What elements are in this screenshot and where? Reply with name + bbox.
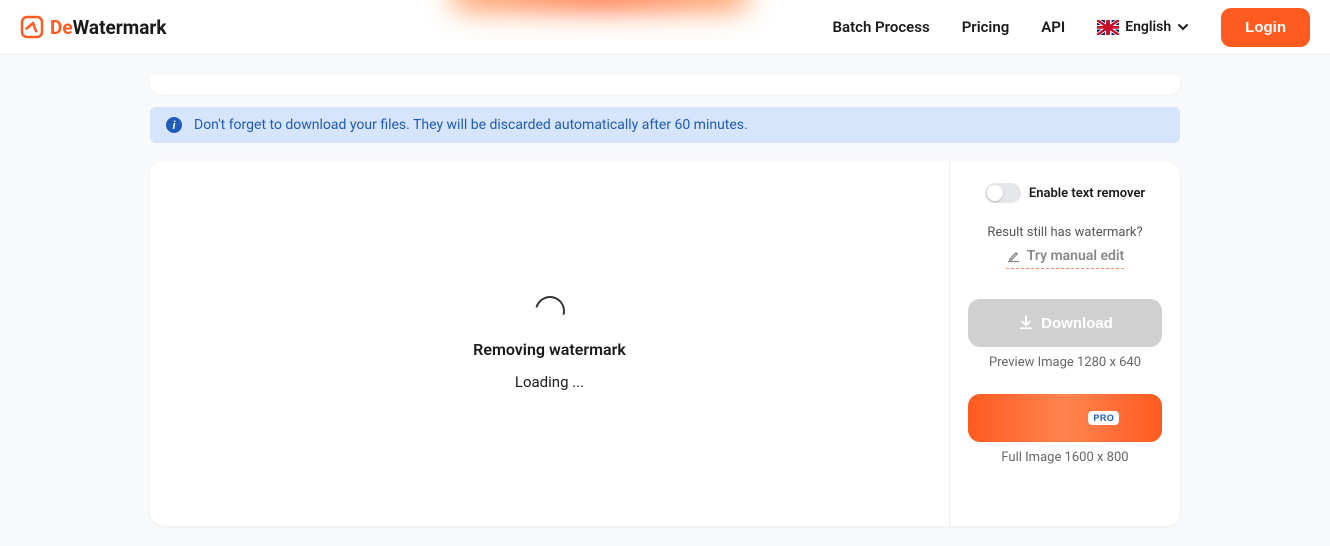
logo-suffix: Watermark: [73, 16, 167, 39]
nav-pricing[interactable]: Pricing: [962, 18, 1010, 36]
preview-caption: Preview Image 1280 x 640: [989, 355, 1141, 370]
text-remover-row: Enable text remover: [985, 183, 1145, 203]
logo[interactable]: DeWatermark: [20, 15, 166, 39]
download-preview-button[interactable]: Download: [968, 299, 1162, 347]
loading-text: Loading ...: [515, 373, 584, 391]
edit-icon: [1006, 249, 1021, 264]
full-caption: Full Image 1600 x 800: [1001, 450, 1128, 465]
download-pro-button[interactable]: Download PRO: [968, 394, 1162, 442]
watermark-question: Result still has watermark?: [987, 225, 1142, 240]
pro-badge: PRO: [1088, 411, 1119, 425]
status-text: Removing watermark: [473, 340, 626, 359]
previous-card-edge: [150, 75, 1180, 95]
chevron-down-icon: [1177, 21, 1189, 33]
header-glow: [450, 0, 750, 10]
info-icon: i: [166, 117, 182, 133]
text-remover-label: Enable text remover: [1029, 186, 1145, 201]
spinner-icon: [529, 291, 570, 332]
flag-icon: [1097, 20, 1119, 35]
login-button[interactable]: Login: [1221, 8, 1310, 47]
notice-bar: i Don't forget to download your files. T…: [150, 107, 1180, 143]
content: i Don't forget to download your files. T…: [0, 55, 1330, 526]
logo-prefix: De: [50, 16, 73, 39]
nav-api[interactable]: API: [1041, 18, 1065, 36]
nav: Batch Process Pricing API English Login: [833, 8, 1310, 47]
notice-text: Don't forget to download your files. The…: [194, 117, 748, 133]
download-preview-label: Download: [1041, 315, 1113, 332]
header: DeWatermark Batch Process Pricing API En…: [0, 0, 1330, 55]
language-label: English: [1125, 19, 1171, 35]
language-selector[interactable]: English: [1097, 19, 1189, 35]
logo-icon: [20, 15, 44, 39]
text-remover-toggle[interactable]: [985, 183, 1021, 203]
manual-edit-link[interactable]: Try manual edit: [1006, 248, 1124, 269]
preview-area: Removing watermark Loading ...: [150, 161, 950, 526]
download-icon: [1017, 314, 1035, 332]
main-card: Removing watermark Loading ... Enable te…: [150, 161, 1180, 526]
nav-batch-process[interactable]: Batch Process: [833, 18, 930, 36]
manual-edit-label: Try manual edit: [1027, 248, 1124, 264]
sidebar: Enable text remover Result still has wat…: [950, 161, 1180, 526]
